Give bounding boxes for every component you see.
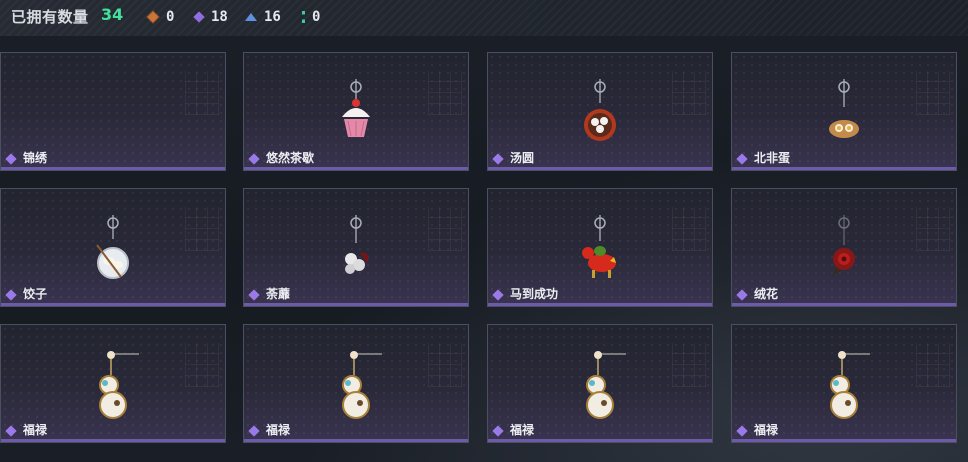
rarity-diamond-icon [5, 153, 17, 165]
rarity-diamond-icon [248, 425, 260, 437]
rarity-diamond-icon [492, 425, 504, 437]
rarity-diamond-icon [5, 425, 17, 437]
cupcake-icon [326, 79, 386, 149]
item-card[interactable]: 饺子 [0, 188, 226, 307]
stat-teal: 0 [302, 8, 320, 26]
item-name: 荼蘼 [266, 287, 291, 301]
rarity-diamond-icon [248, 153, 260, 165]
rarity-diamond-icon [5, 289, 17, 301]
blue-chevron-icon [245, 13, 257, 21]
card-divider [732, 167, 956, 170]
red-flower-icon [814, 215, 874, 285]
item-name: 福禄 [754, 423, 779, 437]
item-name: 福禄 [266, 423, 291, 437]
gourd-charm-icon [326, 351, 386, 421]
stat-orange-value: 0 [166, 9, 175, 25]
purple-diamond-icon [193, 11, 205, 23]
item-card[interactable]: 马到成功 [487, 188, 713, 307]
stat-purple-value: 18 [211, 9, 228, 25]
item-card[interactable]: 北非蛋 [731, 52, 957, 171]
card-divider [244, 439, 468, 442]
item-card[interactable]: 福禄 [487, 324, 713, 443]
card-divider [488, 167, 712, 170]
item-name: 汤圆 [510, 151, 535, 165]
red-horse-icon [570, 215, 630, 285]
gourd-charm-icon [570, 351, 630, 421]
card-divider [732, 439, 956, 442]
item-card[interactable]: 锦绣 [0, 52, 226, 171]
item-card[interactable]: 荼蘼 [243, 188, 469, 307]
item-name: 福禄 [23, 423, 48, 437]
card-divider [244, 303, 468, 306]
card-divider [1, 303, 225, 306]
card-divider [732, 303, 956, 306]
owned-count-label: 已拥有数量 [11, 8, 89, 26]
item-name: 福禄 [510, 423, 535, 437]
rarity-diamond-icon [492, 289, 504, 301]
orange-diamond-icon [146, 10, 160, 24]
rarity-diamond-icon [736, 153, 748, 165]
rarity-diamond-icon [736, 425, 748, 437]
item-name: 马到成功 [510, 287, 559, 301]
item-card[interactable]: 福禄 [0, 324, 226, 443]
card-divider [244, 167, 468, 170]
item-card[interactable]: 悠然茶歇 [243, 52, 469, 171]
stat-blue-value: 16 [264, 9, 281, 25]
card-divider [1, 439, 225, 442]
tangyuan-bowl-icon [570, 79, 630, 149]
dumpling-plate-icon [83, 215, 143, 285]
item-name: 北非蛋 [754, 151, 791, 165]
header-bar: 已拥有数量 34 0 18 16 0 [0, 0, 968, 36]
item-name: 悠然茶歇 [266, 151, 315, 165]
card-divider [1, 167, 225, 170]
rarity-diamond-icon [736, 289, 748, 301]
teal-bar-icon [302, 11, 305, 23]
gourd-charm-icon [83, 351, 143, 421]
item-card[interactable]: 绒花 [731, 188, 957, 307]
owned-count-value: 34 [101, 5, 124, 24]
stat-purple: 18 [193, 8, 228, 26]
item-name: 锦绣 [23, 151, 48, 165]
item-card[interactable]: 福禄 [731, 324, 957, 443]
stat-blue: 16 [245, 8, 281, 26]
item-card[interactable]: 汤圆 [487, 52, 713, 171]
rarity-diamond-icon [248, 289, 260, 301]
card-divider [488, 303, 712, 306]
rarity-diamond-icon [492, 153, 504, 165]
item-card[interactable]: 福禄 [243, 324, 469, 443]
white-flower-icon [326, 215, 386, 285]
gourd-charm-icon [814, 351, 874, 421]
shakshuka-icon [814, 79, 874, 149]
stat-teal-value: 0 [312, 9, 321, 25]
item-name: 绒花 [754, 287, 779, 301]
item-name: 饺子 [23, 287, 48, 301]
stat-orange: 0 [146, 8, 175, 26]
card-divider [488, 439, 712, 442]
